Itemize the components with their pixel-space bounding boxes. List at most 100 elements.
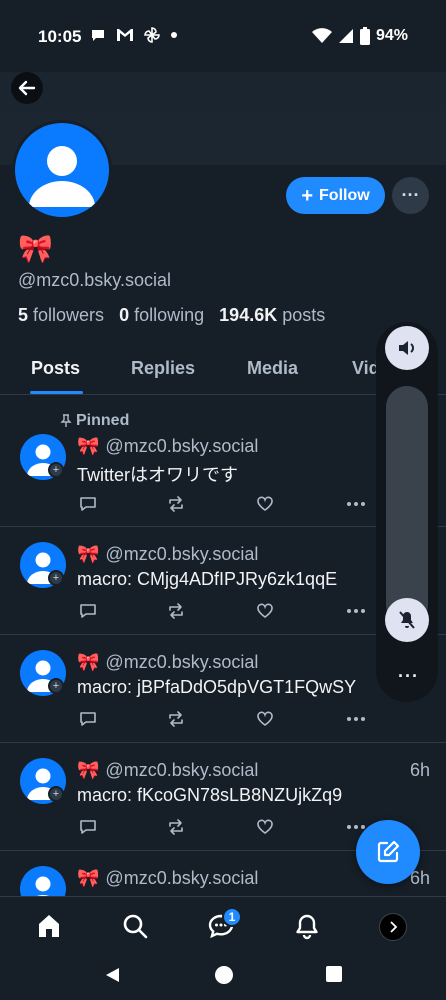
back-button[interactable] bbox=[11, 72, 43, 104]
post-more-button[interactable] bbox=[345, 708, 367, 730]
reply-icon bbox=[80, 497, 96, 511]
volume-output-button[interactable] bbox=[385, 326, 429, 370]
follow-plus-badge[interactable]: + bbox=[48, 786, 64, 802]
posts-count: 194.6K bbox=[219, 305, 278, 325]
system-home-icon[interactable] bbox=[214, 965, 234, 985]
reply-button[interactable] bbox=[77, 816, 99, 838]
signal-icon bbox=[338, 29, 353, 43]
repost-button[interactable] bbox=[165, 708, 187, 730]
post-author[interactable]: 🎀 @mzc0.bsky.social bbox=[77, 652, 258, 673]
post-author[interactable]: 🎀 @mzc0.bsky.social bbox=[77, 436, 258, 457]
following-label[interactable]: following bbox=[134, 305, 204, 325]
post-author[interactable]: 🎀 @mzc0.bsky.social bbox=[77, 760, 258, 781]
repost-button[interactable] bbox=[165, 600, 187, 622]
following-count[interactable]: 0 bbox=[119, 305, 129, 325]
followers-count[interactable]: 5 bbox=[18, 305, 28, 325]
pinned-indicator: Pinned bbox=[60, 412, 129, 430]
vibrate-off-icon bbox=[399, 611, 415, 629]
status-right: 94% bbox=[311, 27, 408, 45]
volume-slider[interactable] bbox=[386, 386, 428, 626]
like-icon bbox=[257, 603, 273, 618]
follow-button[interactable]: + Follow bbox=[286, 177, 385, 214]
follow-plus-badge[interactable]: + bbox=[48, 678, 64, 694]
like-button[interactable] bbox=[254, 708, 276, 730]
repost-button[interactable] bbox=[165, 493, 187, 515]
reply-button[interactable] bbox=[77, 600, 99, 622]
chat-unread-badge: 1 bbox=[222, 907, 242, 927]
reply-button[interactable] bbox=[77, 708, 99, 730]
post-timestamp[interactable]: 6h bbox=[410, 760, 430, 781]
tab-posts[interactable]: Posts bbox=[31, 358, 80, 379]
plus-icon: + bbox=[301, 184, 314, 207]
notification-icons bbox=[90, 27, 178, 43]
tab-media[interactable]: Media bbox=[247, 358, 298, 379]
post-text: macro: jBPfaDdO5dpVGT1FQwSY bbox=[77, 677, 357, 697]
post-actions bbox=[77, 600, 377, 622]
bottom-navigation: 1 bbox=[0, 896, 446, 958]
followers-label[interactable]: followers bbox=[33, 305, 104, 325]
author-display-name: 🎀 bbox=[77, 652, 100, 672]
reply-button[interactable] bbox=[77, 493, 99, 515]
like-button[interactable] bbox=[254, 816, 276, 838]
nav-home[interactable] bbox=[34, 911, 64, 941]
system-navigation-bar bbox=[0, 958, 446, 1000]
repost-icon bbox=[169, 603, 183, 619]
follow-label: Follow bbox=[319, 186, 370, 204]
back-arrow-icon bbox=[18, 80, 36, 96]
wifi-icon bbox=[311, 28, 332, 43]
bell-icon bbox=[296, 914, 318, 940]
posts-label: posts bbox=[282, 305, 326, 325]
like-icon bbox=[257, 496, 273, 511]
compose-icon bbox=[377, 840, 400, 863]
author-handle: @mzc0.bsky.social bbox=[105, 652, 259, 672]
mute-button[interactable] bbox=[385, 598, 429, 642]
repost-button[interactable] bbox=[165, 816, 187, 838]
profile-stats: 5 followers 0 following 194.6K posts bbox=[18, 305, 325, 326]
post-text: Twitterはオワリです bbox=[77, 465, 239, 485]
author-handle: @mzc0.bsky.social bbox=[105, 868, 259, 888]
more-icon bbox=[347, 609, 365, 613]
profile-handle: @mzc0.bsky.social bbox=[18, 270, 171, 290]
more-icon: ··· bbox=[401, 185, 420, 205]
repost-icon bbox=[169, 819, 183, 835]
post-avatar[interactable] bbox=[20, 866, 66, 896]
like-button[interactable] bbox=[254, 493, 276, 515]
post-more-button[interactable] bbox=[345, 600, 367, 622]
reply-icon bbox=[80, 712, 96, 726]
author-handle: @mzc0.bsky.social bbox=[105, 544, 259, 564]
author-handle: @mzc0.bsky.social bbox=[105, 436, 259, 456]
chat-bubble-icon bbox=[92, 30, 104, 41]
system-recents-icon[interactable] bbox=[326, 966, 342, 982]
follow-plus-badge[interactable]: + bbox=[48, 570, 64, 586]
post-author[interactable]: 🎀 @mzc0.bsky.social bbox=[77, 544, 258, 565]
post-more-button[interactable] bbox=[345, 493, 367, 515]
profile-more-button[interactable]: ··· bbox=[392, 177, 429, 214]
speaker-icon bbox=[399, 341, 414, 355]
system-back-icon[interactable] bbox=[103, 966, 121, 984]
author-display-name: 🎀 bbox=[77, 436, 100, 456]
active-tab-indicator bbox=[30, 391, 83, 394]
dot-icon bbox=[171, 32, 177, 38]
pinwheel-icon bbox=[144, 27, 160, 43]
repost-icon bbox=[169, 711, 183, 727]
profile-avatar[interactable] bbox=[12, 120, 112, 220]
nav-notifications[interactable] bbox=[292, 911, 322, 941]
follow-plus-badge[interactable]: + bbox=[48, 462, 64, 478]
repost-icon bbox=[169, 496, 183, 512]
tab-replies[interactable]: Replies bbox=[131, 358, 195, 379]
post-text: macro: fKcoGN78sLB8NZUjkZq9 bbox=[77, 785, 343, 805]
like-button[interactable] bbox=[254, 600, 276, 622]
pinned-label: Pinned bbox=[76, 412, 130, 429]
more-icon bbox=[347, 502, 365, 506]
default-avatar-icon bbox=[35, 876, 51, 896]
post-author[interactable]: 🎀 @mzc0.bsky.social bbox=[77, 868, 258, 889]
chevron-right-icon bbox=[390, 921, 398, 933]
nav-profile-avatar[interactable] bbox=[379, 913, 407, 941]
post-actions bbox=[77, 816, 377, 838]
status-bar: 10:05 94% bbox=[0, 0, 446, 72]
volume-more-button[interactable]: ··· bbox=[398, 666, 419, 687]
nav-search[interactable] bbox=[120, 911, 150, 941]
compose-post-button[interactable] bbox=[356, 820, 420, 884]
home-icon bbox=[39, 915, 59, 937]
more-icon bbox=[347, 717, 365, 721]
